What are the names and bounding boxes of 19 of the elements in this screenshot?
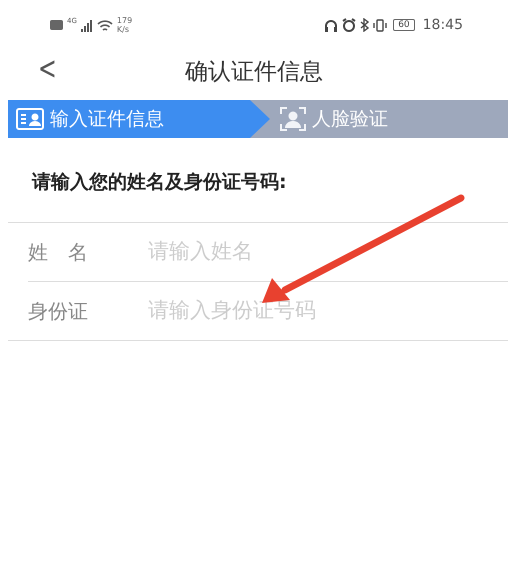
form-prompt: 请输入您的姓名及身份证号码:: [30, 170, 288, 195]
alarm-icon: [342, 18, 356, 32]
face-scan-icon: [280, 107, 306, 131]
back-button[interactable]: <: [38, 52, 57, 84]
headphones-icon: [324, 18, 338, 32]
step-tab[interactable]: 输入证件信息: [8, 100, 270, 138]
id-card-icon: [16, 108, 44, 130]
step-tab[interactable]: 人脸验证: [250, 100, 508, 138]
status-time: 18:45: [422, 16, 463, 34]
battery-indicator: 60: [393, 19, 415, 31]
network-speed-value: 179: [116, 16, 132, 25]
network-speed-unit: K/s: [116, 25, 130, 34]
field-label: 姓 名: [27, 239, 89, 266]
page-title: 确认证件信息: [185, 58, 323, 87]
vibrate-icon: [373, 18, 388, 32]
field-label: 身份证: [28, 298, 89, 325]
signal-icon: [80, 18, 93, 32]
wifi-icon: [96, 18, 113, 32]
bluetooth-icon: [360, 18, 370, 32]
